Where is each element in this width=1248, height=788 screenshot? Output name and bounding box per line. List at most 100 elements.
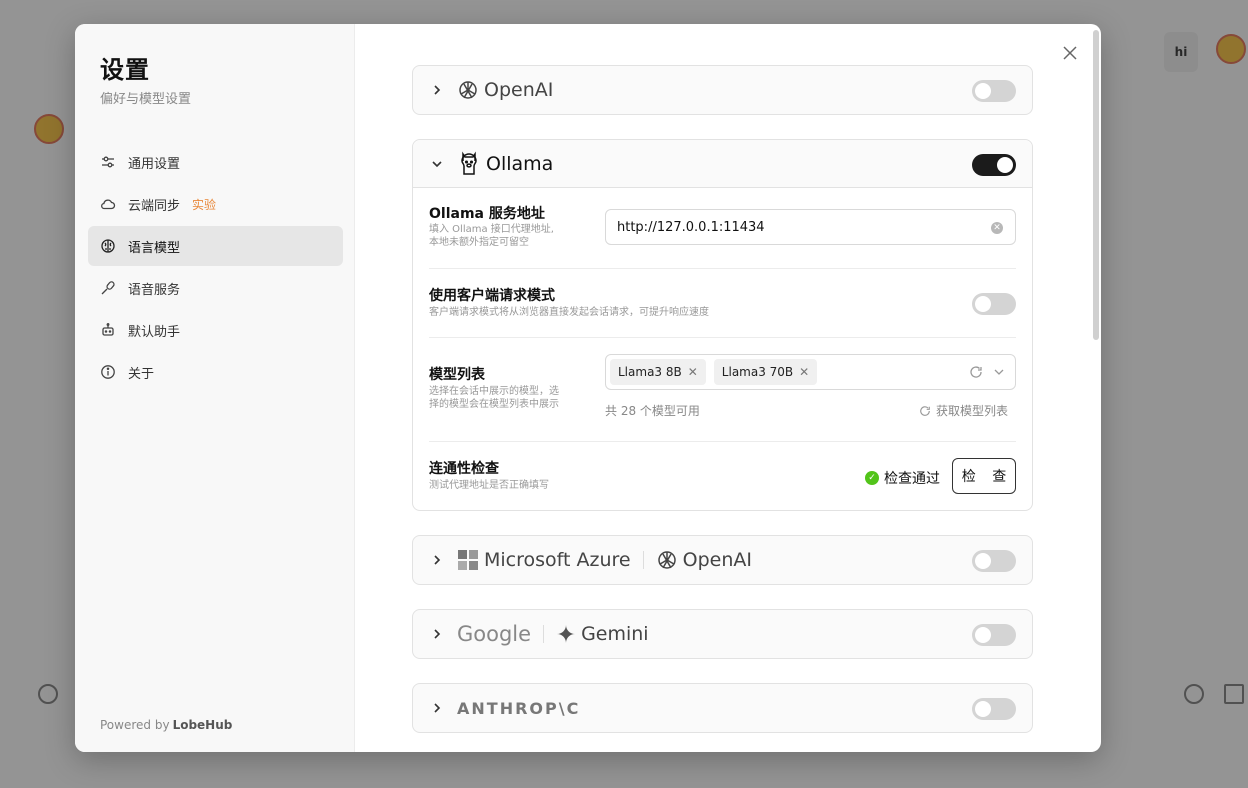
provider-name-secondary: Gemini xyxy=(581,623,649,645)
endpoint-label: Ollama 服务地址 xyxy=(429,206,545,222)
ollama-logo: Ollama xyxy=(457,151,553,177)
endpoint-desc-line2: 本地未额外指定可留空 xyxy=(429,237,529,248)
model-tag: Llama3 8B ✕ xyxy=(610,359,706,385)
model-count: 共 28 个模型可用 xyxy=(605,404,700,418)
lobehub-logo[interactable]: LobeHub xyxy=(173,718,233,732)
fetch-models-button[interactable]: 获取模型列表 xyxy=(919,402,1008,419)
client-mode-label: 使用客户端请求模式 xyxy=(429,288,555,304)
setting-row-client-mode: 使用客户端请求模式 客户端请求模式将从浏览器直接发起会话请求，可提升响应速度 xyxy=(429,269,1016,338)
chevron-right-icon[interactable] xyxy=(429,626,445,642)
setting-row-connectivity: 连通性检查 测试代理地址是否正确填写 ✓ 检查通过 检 查 xyxy=(429,442,1016,511)
sidebar-item-label: 语言模型 xyxy=(128,240,181,256)
anthropic-enable-toggle[interactable] xyxy=(972,698,1016,720)
provider-name: Google xyxy=(457,622,532,646)
model-tag-label: Llama3 8B xyxy=(618,365,682,379)
close-button[interactable] xyxy=(1059,42,1081,64)
google-enable-toggle[interactable] xyxy=(972,624,1016,646)
provider-header[interactable]: OpenAI xyxy=(413,66,1032,114)
powered-by-text: Powered by xyxy=(100,718,170,732)
page-subtitle: 偏好与模型设置 xyxy=(100,92,192,107)
settings-sidebar: 设置 偏好与模型设置 通用设置 云端同步 实验 语言模型 语音服务 默认助手 关… xyxy=(75,24,355,752)
provider-card-google: Google Gemini xyxy=(412,609,1033,659)
chevron-down-icon[interactable] xyxy=(429,156,445,172)
check-status-text: 检查通过 xyxy=(884,471,940,487)
chevron-right-icon[interactable] xyxy=(429,552,445,568)
provider-header[interactable]: Google Gemini xyxy=(413,610,1032,658)
openai-icon xyxy=(457,79,479,101)
page-title: 设置 xyxy=(100,56,150,84)
google-logo: Google Gemini xyxy=(457,622,649,646)
sidebar-item-label: 语音服务 xyxy=(128,282,181,298)
provider-card-openai: OpenAI xyxy=(412,65,1033,115)
check-success-icon: ✓ xyxy=(865,471,879,485)
connectivity-label: 连通性检查 xyxy=(429,461,499,477)
provider-name: Ollama xyxy=(486,152,554,175)
model-select[interactable]: Llama3 8B ✕ Llama3 70B ✕ xyxy=(605,354,1016,390)
openai-logo: OpenAI xyxy=(457,79,553,101)
refresh-icon[interactable] xyxy=(969,365,983,383)
model-list-label: 模型列表 xyxy=(429,367,485,383)
ollama-enable-toggle[interactable] xyxy=(972,154,1016,176)
powered-by: Powered by LobeHub xyxy=(100,718,232,732)
provider-name: ANTHROP\C xyxy=(457,698,581,718)
openai-icon xyxy=(656,549,678,571)
provider-header[interactable]: ANTHROP\C xyxy=(413,684,1032,732)
settings-menu: 通用设置 云端同步 实验 语言模型 语音服务 默认助手 关于 xyxy=(88,142,343,394)
provider-card-azure: Microsoft Azure OpenAI xyxy=(412,535,1033,585)
bot-icon xyxy=(100,322,116,338)
mic-icon xyxy=(100,280,116,296)
provider-name: Microsoft Azure xyxy=(484,549,631,571)
experimental-badge: 实验 xyxy=(192,197,217,212)
close-icon xyxy=(1063,46,1077,60)
sidebar-item-voice[interactable]: 语音服务 xyxy=(88,268,343,308)
settings-modal: 设置 偏好与模型设置 通用设置 云端同步 实验 语言模型 语音服务 默认助手 关… xyxy=(75,24,1101,752)
sidebar-item-cloud-sync[interactable]: 云端同步 实验 xyxy=(88,184,343,224)
brain-icon xyxy=(100,238,116,254)
sidebar-item-default-agent[interactable]: 默认助手 xyxy=(88,310,343,350)
sidebar-item-general[interactable]: 通用设置 xyxy=(88,142,343,182)
info-icon xyxy=(100,364,116,380)
client-mode-desc: 客户端请求模式将从浏览器直接发起会话请求，可提升响应速度 xyxy=(429,307,709,318)
scrollbar[interactable] xyxy=(1093,30,1099,340)
divider xyxy=(543,625,545,643)
llama-icon xyxy=(457,151,481,177)
sidebar-item-language-model[interactable]: 语言模型 xyxy=(88,226,343,266)
provider-card-ollama: Ollama Ollama 服务地址 填入 Ollama 接口代理地址, 本地未… xyxy=(412,139,1033,511)
cloud-icon xyxy=(100,196,116,212)
sliders-icon xyxy=(100,154,116,170)
remove-tag-icon[interactable]: ✕ xyxy=(688,365,698,379)
model-tag: Llama3 70B ✕ xyxy=(713,359,818,385)
chevron-down-icon[interactable] xyxy=(993,366,1005,382)
provider-name: OpenAI xyxy=(484,79,554,101)
gemini-sparkle-icon xyxy=(556,624,576,644)
sidebar-item-label: 云端同步 xyxy=(128,198,181,214)
openai-enable-toggle[interactable] xyxy=(972,80,1016,102)
endpoint-value: http://127.0.0.1:11434 xyxy=(617,219,765,235)
divider xyxy=(642,551,644,569)
anthropic-logo: ANTHROP\C xyxy=(457,699,580,718)
model-list-desc-line2: 择的模型会在模型列表中展示 xyxy=(429,399,559,410)
client-mode-toggle[interactable] xyxy=(972,293,1016,315)
endpoint-desc-line1: 填入 Ollama 接口代理地址, xyxy=(429,224,554,235)
check-status: ✓ 检查通过 xyxy=(865,468,940,488)
setting-row-endpoint: Ollama 服务地址 填入 Ollama 接口代理地址, 本地未额外指定可留空… xyxy=(429,188,1016,269)
azure-logo: Microsoft Azure OpenAI xyxy=(457,549,752,571)
microsoft-icon xyxy=(457,549,479,571)
check-button[interactable]: 检 查 xyxy=(952,458,1016,494)
provider-header[interactable]: Ollama xyxy=(413,140,1032,188)
model-list-desc-line1: 选择在会话中展示的模型，选 xyxy=(429,386,559,397)
provider-name-secondary: OpenAI xyxy=(682,549,752,571)
chevron-right-icon[interactable] xyxy=(429,700,445,716)
remove-tag-icon[interactable]: ✕ xyxy=(799,365,809,379)
chevron-right-icon[interactable] xyxy=(429,82,445,98)
fetch-models-label: 获取模型列表 xyxy=(935,404,1008,418)
azure-enable-toggle[interactable] xyxy=(972,550,1016,572)
sidebar-item-about[interactable]: 关于 xyxy=(88,352,343,392)
sidebar-item-label: 通用设置 xyxy=(128,156,181,172)
connectivity-desc: 测试代理地址是否正确填写 xyxy=(429,480,549,491)
model-tag-label: Llama3 70B xyxy=(721,365,794,379)
endpoint-input[interactable]: http://127.0.0.1:11434 ✕ xyxy=(605,209,1016,245)
clear-icon[interactable]: ✕ xyxy=(991,222,1003,234)
provider-card-anthropic: ANTHROP\C xyxy=(412,683,1033,733)
provider-header[interactable]: Microsoft Azure OpenAI xyxy=(413,536,1032,584)
